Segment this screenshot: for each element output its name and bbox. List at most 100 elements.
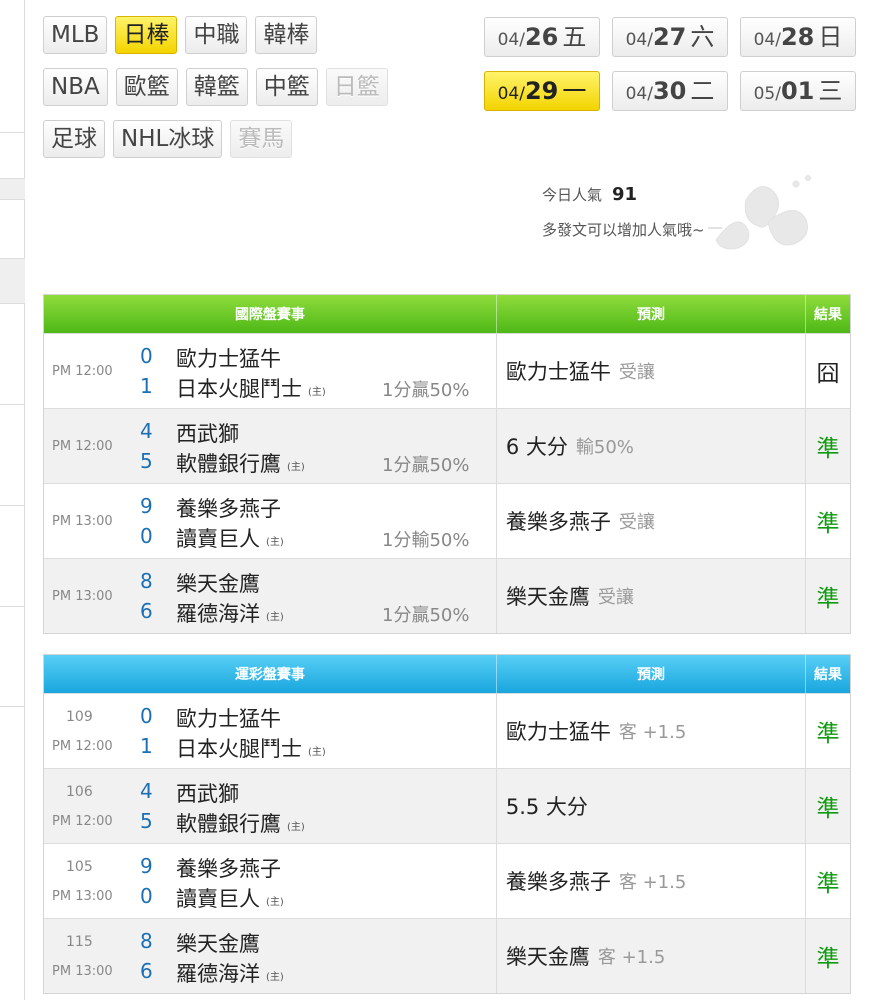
away-score: 4 <box>140 419 153 443</box>
away-team: 西武獅 <box>176 422 239 446</box>
date-weekday: 三 <box>818 77 843 105</box>
league-button[interactable]: 歐籃 <box>115 68 178 106</box>
away-score: 0 <box>140 704 153 728</box>
table-row: 115 PM 13:00 8 樂天金鷹 6 羅德海洋 (主) 樂天金鷹客 +1.5 準 <box>44 918 850 993</box>
prediction-cell: 養樂多燕子客 +1.5 <box>497 844 807 918</box>
away-score: 9 <box>140 854 153 878</box>
date-weekday: 一 <box>562 77 587 105</box>
table-row: PM 12:00 4 西武獅 5 軟體銀行鷹 (主) 1分贏50% 6 大分 輸50% 準 <box>44 408 850 483</box>
home-score: 1 <box>140 734 153 758</box>
away-team: 西武獅 <box>176 782 239 806</box>
mascot-icon <box>708 175 811 250</box>
home-marker: (主) <box>266 611 284 623</box>
league-selector: MLB 日棒 中職 韓棒 NBA 歐籃 韓籃 中籃 日籃 足球 NHL冰球 賽馬 <box>43 16 443 172</box>
handicap: 1分贏50% <box>382 380 470 401</box>
league-button[interactable]: NBA <box>43 68 108 106</box>
prediction-cell: 6 大分 輸50% <box>497 409 807 483</box>
league-row: NBA 歐籃 韓籃 中籃 日籃 <box>43 68 443 106</box>
header-game: 運彩盤賽事 <box>44 655 497 693</box>
league-button[interactable]: 足球 <box>43 120 105 158</box>
table-header: 運彩盤賽事 預測 結果 <box>44 655 850 693</box>
game-cell: 109 PM 12:00 0 歐力士猛牛 1 日本火腿鬥士 (主) <box>44 694 497 768</box>
header-game: 國際盤賽事 <box>44 295 497 333</box>
home-marker: (主) <box>266 536 284 548</box>
prediction-detail: 輸50% <box>575 437 634 458</box>
home-marker: (主) <box>287 461 305 473</box>
game-time: PM 13:00 <box>52 589 113 604</box>
header-prediction: 預測 <box>497 655 807 693</box>
away-score: 4 <box>140 779 153 803</box>
home-score: 5 <box>140 449 153 473</box>
result-cell: 準 <box>806 409 850 483</box>
game-cell: PM 12:00 0 歐力士猛牛 1 日本火腿鬥士 (主) 1分贏50% <box>44 334 497 408</box>
game-time: PM 12:00 <box>52 364 113 379</box>
league-row: MLB 日棒 中職 韓棒 <box>43 16 443 54</box>
prediction-detail: 受讓 <box>618 362 655 383</box>
away-score: 9 <box>140 494 153 518</box>
date-button[interactable]: 05/01 三 <box>740 71 856 111</box>
result-cell: 準 <box>806 484 850 558</box>
date-day: 01 <box>780 77 815 105</box>
home-team-name: 羅德海洋 <box>176 602 260 626</box>
league-button[interactable]: MLB <box>43 16 108 54</box>
prediction-cell: 樂天金鷹 受讓 <box>497 559 807 633</box>
league-button[interactable]: 中籃 <box>255 68 318 106</box>
prediction-cell: 養樂多燕子 受讓 <box>497 484 807 558</box>
game-time: PM 12:00 <box>52 439 113 454</box>
league-button: 賽馬 <box>230 120 293 158</box>
home-team-name: 讀賣巨人 <box>176 527 260 551</box>
game-cell: 115 PM 13:00 8 樂天金鷹 6 羅德海洋 (主) <box>44 919 497 993</box>
date-weekday: 五 <box>562 23 587 51</box>
prediction-cell: 樂天金鷹客 +1.5 <box>497 919 807 993</box>
divider <box>0 606 25 607</box>
date-month: 04/ <box>625 30 653 50</box>
league-row: 足球 NHL冰球 賽馬 <box>43 120 443 158</box>
prediction-detail: 客 +1.5 <box>618 722 687 743</box>
home-score: 6 <box>140 959 153 983</box>
date-button[interactable]: 04/28 日 <box>740 17 856 57</box>
away-team: 歐力士猛牛 <box>176 347 281 371</box>
divider <box>0 258 25 304</box>
divider <box>0 404 25 405</box>
date-button[interactable]: 04/29 一 <box>484 71 600 111</box>
home-team: 羅德海洋 (主) <box>176 598 284 628</box>
sports-lottery-table: 運彩盤賽事 預測 結果 109 PM 12:00 0 歐力士猛牛 1 日本火腿鬥士 (主) 歐… <box>43 654 851 994</box>
popularity-box: 今日人氣 91 多發文可以增加人氣哦~ <box>542 184 705 240</box>
home-marker: (主) <box>308 746 326 758</box>
result-cell: 準 <box>806 919 850 993</box>
game-cell: PM 13:00 8 樂天金鷹 6 羅德海洋 (主) 1分贏50% <box>44 559 497 633</box>
date-selector: 04/26 五 04/27 六 04/28 日 04/29 一 04/30 二 05/01 三 <box>484 17 856 125</box>
prediction-cell: 歐力士猛牛客 +1.5 <box>497 694 807 768</box>
league-button[interactable]: 韓籃 <box>185 68 248 106</box>
date-button[interactable]: 04/30 二 <box>612 71 728 111</box>
handicap: 1分贏50% <box>382 455 470 476</box>
result-hit-badge: 準 <box>816 796 840 822</box>
prediction-pick: 養樂多燕子 <box>505 510 611 534</box>
prediction-pick: 5.5 大分 <box>505 795 588 819</box>
home-team: 日本火腿鬥士 (主) <box>176 733 326 763</box>
date-month: 04/ <box>625 84 653 104</box>
home-score: 0 <box>140 884 153 908</box>
league-button[interactable]: NHL冰球 <box>113 120 223 158</box>
home-team: 日本火腿鬥士 (主) <box>176 373 326 403</box>
date-button[interactable]: 04/26 五 <box>484 17 600 57</box>
home-score: 5 <box>140 809 153 833</box>
prediction-detail: 受讓 <box>597 587 634 608</box>
away-team: 樂天金鷹 <box>176 572 260 596</box>
header-result: 結果 <box>814 667 843 683</box>
table-row: 109 PM 12:00 0 歐力士猛牛 1 日本火腿鬥士 (主) 歐力士猛牛客 +1.5 準 <box>44 693 850 768</box>
result-hit-badge: 準 <box>816 511 840 537</box>
date-button[interactable]: 04/27 六 <box>612 17 728 57</box>
league-button[interactable]: 日棒 <box>115 16 178 54</box>
international-odds-table: 國際盤賽事 預測 結果 PM 12:00 0 歐力士猛牛 1 日本火腿鬥士 (主) 1分贏5… <box>43 294 851 634</box>
date-day: 29 <box>524 77 559 105</box>
home-score: 0 <box>140 524 153 548</box>
header-prediction: 預測 <box>497 295 807 333</box>
league-button[interactable]: 韓棒 <box>255 16 318 54</box>
result-hit-badge: 準 <box>816 436 840 462</box>
league-button[interactable]: 中職 <box>185 16 248 54</box>
table-row: PM 13:00 8 樂天金鷹 6 羅德海洋 (主) 1分贏50% 樂天金鷹 受讓準 <box>44 558 850 633</box>
header-result: 結果 <box>814 307 843 323</box>
game-number: 109 <box>66 709 93 725</box>
divider <box>0 178 25 200</box>
